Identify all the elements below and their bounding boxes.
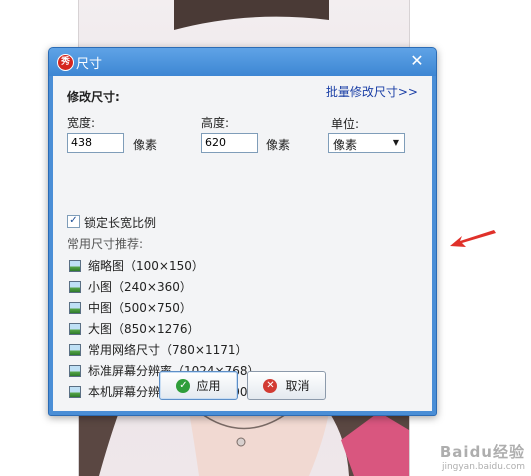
watermark-subtext: jingyan.baidu.com [441,462,525,472]
batch-resize-link[interactable]: 批量修改尺寸>> [326,83,418,100]
preset-item[interactable]: 常用网络尺寸（780×1171） [69,339,267,360]
preset-item[interactable]: 大图（850×1276） [69,318,267,339]
image-icon [69,301,81,314]
height-input[interactable]: 620 [201,133,258,153]
cancel-button-label: 取消 [285,379,310,393]
app-logo-icon: 秀 [57,54,74,71]
presets-heading: 常用尺寸推荐: [67,237,144,251]
preset-label: 缩略图（100×150） [88,259,204,273]
lock-ratio-checkbox[interactable]: ✓ [67,215,80,228]
image-icon [69,385,81,398]
section-title: 修改尺寸: [67,90,120,104]
dropdown-arrow-icon: ▼ [388,134,404,152]
preset-item[interactable]: 中图（500×750） [69,297,267,318]
image-icon [69,322,81,335]
image-icon [69,259,81,272]
preset-label: 中图（500×750） [88,301,192,315]
cancel-button[interactable]: ✕ 取消 [247,371,326,400]
unit-dropdown[interactable]: 像素 ▼ [328,133,405,153]
red-arrow-annotation [450,230,496,247]
watermark-text: Baidu经验 [439,443,525,461]
dialog-title: 尺寸 [76,57,103,72]
preset-item[interactable]: 小图（240×360） [69,276,267,297]
cancel-icon: ✕ [263,378,278,393]
width-unit-label: 像素 [133,138,158,152]
preset-label: 常用网络尺寸（780×1171） [88,343,248,357]
unit-dropdown-value: 像素 [333,138,358,152]
height-label: 高度: [201,116,230,130]
dialog-body: 修改尺寸: 批量修改尺寸>> 宽度: 438 像素 高度: 620 像素 单位:… [53,76,432,411]
width-label: 宽度: [67,116,96,130]
check-icon: ✓ [176,378,191,393]
image-icon [69,364,81,377]
preset-item[interactable]: 缩略图（100×150） [69,255,267,276]
image-icon [69,343,81,356]
resize-dialog: 秀 尺寸 ✕ 修改尺寸: 批量修改尺寸>> 宽度: 438 像素 高度: 620… [48,47,437,416]
width-input[interactable]: 438 [67,133,124,153]
apply-button[interactable]: ✓ 应用 [159,371,238,400]
preset-label: 小图（240×360） [88,280,192,294]
height-unit-label: 像素 [266,138,291,152]
close-button[interactable]: ✕ [408,52,426,70]
watermark: Baidu经验 jingyan.baidu.com [440,441,525,472]
apply-button-label: 应用 [196,379,221,393]
image-icon [69,280,81,293]
preset-label: 大图（850×1276） [88,322,200,336]
dialog-titlebar[interactable]: 秀 尺寸 ✕ [49,48,436,76]
unit-label: 单位: [331,117,360,131]
lock-ratio-label[interactable]: 锁定长宽比例 [84,214,156,231]
